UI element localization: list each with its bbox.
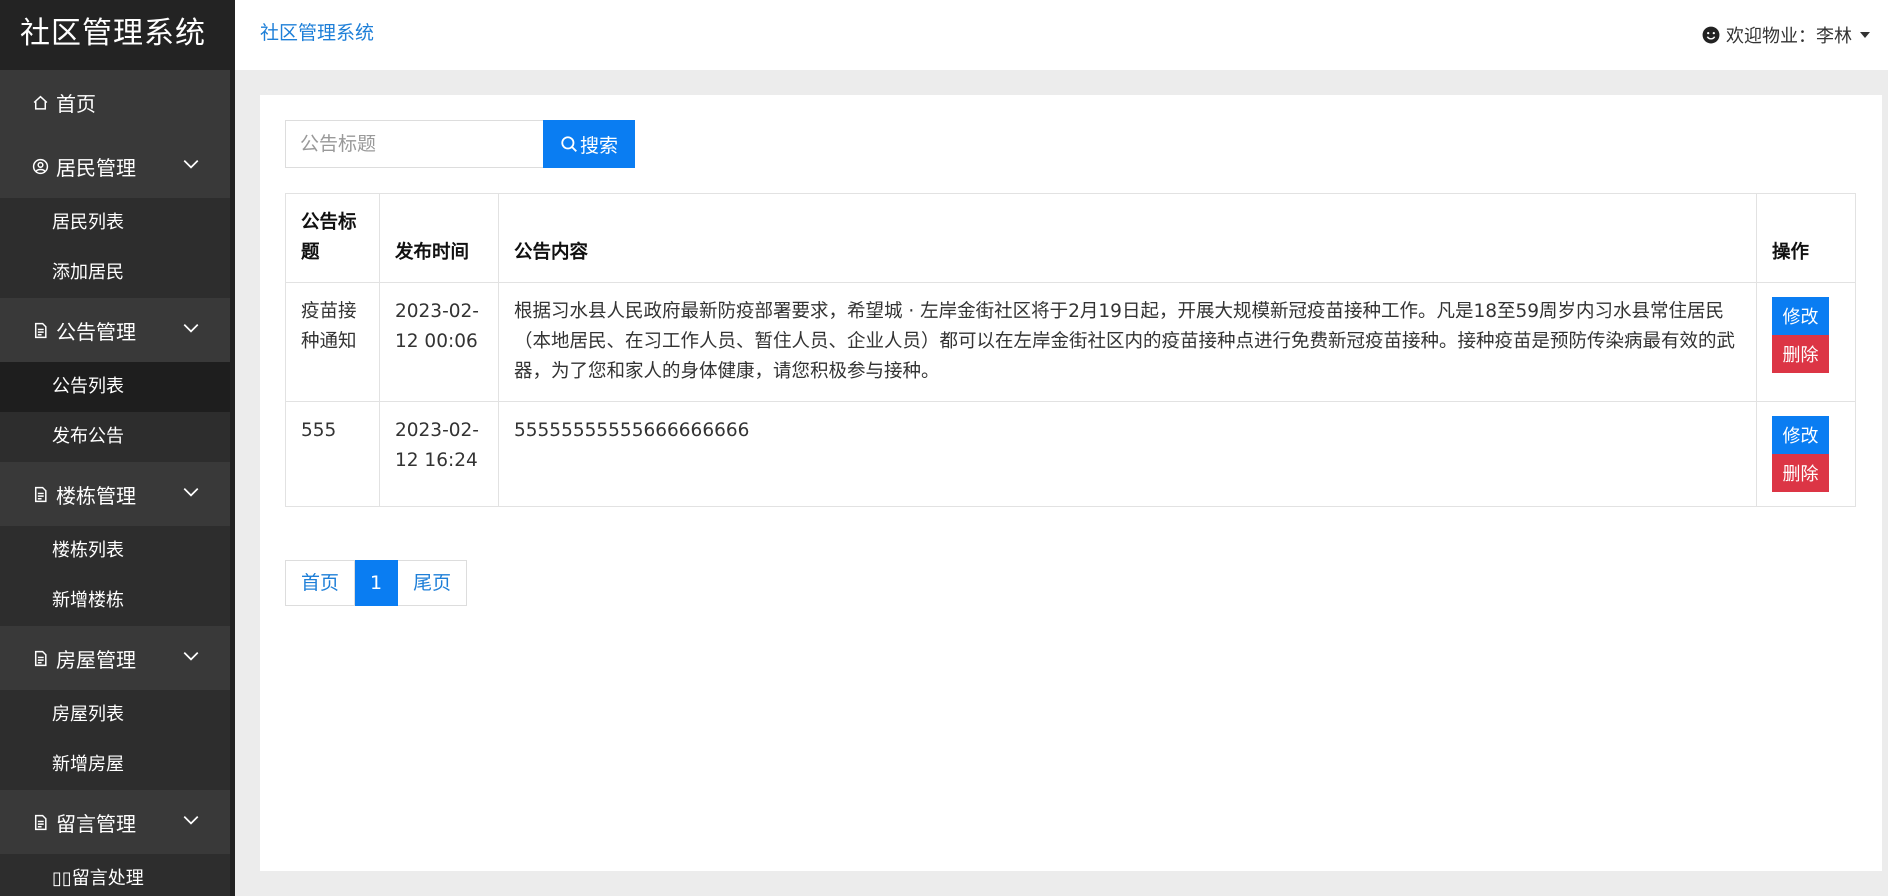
sidebar-item-add-house[interactable]: 新增房屋 [0,740,230,790]
chevron-down-icon [182,810,200,834]
nav-group-messages[interactable]: 留言管理 [0,790,230,854]
search-button-label: 搜索 [579,134,618,157]
delete-button[interactable]: 删除 [1772,454,1829,492]
column-header-title: 公告标题 [285,193,380,283]
sidebar-item-house-list[interactable]: 房屋列表 [0,690,230,740]
nav-group-residents[interactable]: 居民管理 [0,134,230,198]
cell-actions: 修改 删除 [1756,282,1856,402]
header-brand-link[interactable]: 社区管理系统 [260,18,374,45]
chevron-down-icon [182,318,200,342]
search-input[interactable] [285,120,543,168]
cell-actions: 修改 删除 [1756,401,1856,507]
nav-submenu-residents: 居民列表 添加居民 [0,198,230,298]
table-row: 555 2023-02-12 16:24 5555555555566666666… [285,401,1856,507]
column-header-content: 公告内容 [498,193,1757,283]
nav-group-notices[interactable]: 公告管理 [0,298,230,362]
nav-group-label: 房屋管理 [56,647,136,672]
nav-group-label: 留言管理 [56,811,136,836]
sidebar-item-add-building[interactable]: 新增楼栋 [0,576,230,626]
user-menu[interactable]: 欢迎物业：李林 [1702,22,1870,48]
nav-submenu-notices: 公告列表 发布公告 [0,362,230,462]
document-icon [30,648,50,668]
edit-button[interactable]: 修改 [1772,297,1829,335]
nav-submenu-messages: ▯▯留言处理 [0,854,230,896]
sidebar-item-resident-list[interactable]: 居民列表 [0,198,230,248]
sidebar-item-building-list[interactable]: 楼栋列表 [0,526,230,576]
nav-home-label: 首页 [56,91,96,116]
caret-down-icon [1860,32,1870,38]
document-icon [30,484,50,504]
notice-table: 公告标题 发布时间 公告内容 操作 疫苗接种通知 2023-02-12 00:0… [285,193,1856,507]
document-icon [30,812,50,832]
column-header-time: 发布时间 [379,193,499,283]
chevron-down-icon [182,646,200,670]
sidebar: 社区管理系统 首页 居民管理 居民列表 添加居民 公告管理 公告列表 发布公告 … [0,0,235,896]
pagination: 首页 1 尾页 [285,560,468,606]
app-logo: 社区管理系统 [0,0,230,70]
cell-title: 疫苗接种通知 [285,282,380,402]
nav-group-label: 楼栋管理 [56,483,136,508]
smiley-icon [1702,26,1720,44]
page-current[interactable]: 1 [355,560,399,606]
content-card: 搜索 公告标题 发布时间 公告内容 操作 疫苗接种通知 2023-02-12 0… [260,95,1882,871]
edit-button[interactable]: 修改 [1772,416,1829,454]
delete-button[interactable]: 删除 [1772,335,1829,373]
cell-content: 根据习水县人民政府最新防疫部署要求，希望城 · 左岸金街社区将于2月19日起，开… [498,282,1757,402]
cell-content: 55555555555666666666 [498,401,1757,507]
nav-group-label: 公告管理 [56,319,136,344]
cell-title: 555 [285,401,380,507]
user-circle-icon [30,156,50,176]
page-first-link[interactable]: 首页 [285,560,356,606]
home-icon [30,92,50,112]
nav-group-buildings[interactable]: 楼栋管理 [0,462,230,526]
sidebar-item-notice-list[interactable]: 公告列表 [0,362,230,412]
document-icon [30,320,50,340]
chevron-down-icon [182,154,200,178]
chevron-down-icon [182,482,200,506]
search-button[interactable]: 搜索 [543,120,635,168]
column-header-actions: 操作 [1756,193,1856,283]
table-header-row: 公告标题 发布时间 公告内容 操作 [285,193,1856,283]
search-bar: 搜索 [285,120,635,168]
nav-group-label: 居民管理 [56,155,136,180]
sidebar-item-add-resident[interactable]: 添加居民 [0,248,230,298]
sidebar-item-message-handling[interactable]: ▯▯留言处理 [0,854,230,896]
nav-home[interactable]: 首页 [0,70,230,134]
nav-submenu-buildings: 楼栋列表 新增楼栋 [0,526,230,626]
table-row: 疫苗接种通知 2023-02-12 00:06 根据习水县人民政府最新防疫部署要… [285,282,1856,402]
cell-time: 2023-02-12 16:24 [379,401,499,507]
search-icon [561,136,577,152]
top-header: 社区管理系统 欢迎物业：李林 [235,0,1888,70]
nav-group-houses[interactable]: 房屋管理 [0,626,230,690]
page-last-link[interactable]: 尾页 [398,560,468,606]
user-greeting: 欢迎物业：李林 [1726,26,1852,47]
nav-submenu-houses: 房屋列表 新增房屋 [0,690,230,790]
cell-time: 2023-02-12 00:06 [379,282,499,402]
sidebar-item-publish-notice[interactable]: 发布公告 [0,412,230,462]
